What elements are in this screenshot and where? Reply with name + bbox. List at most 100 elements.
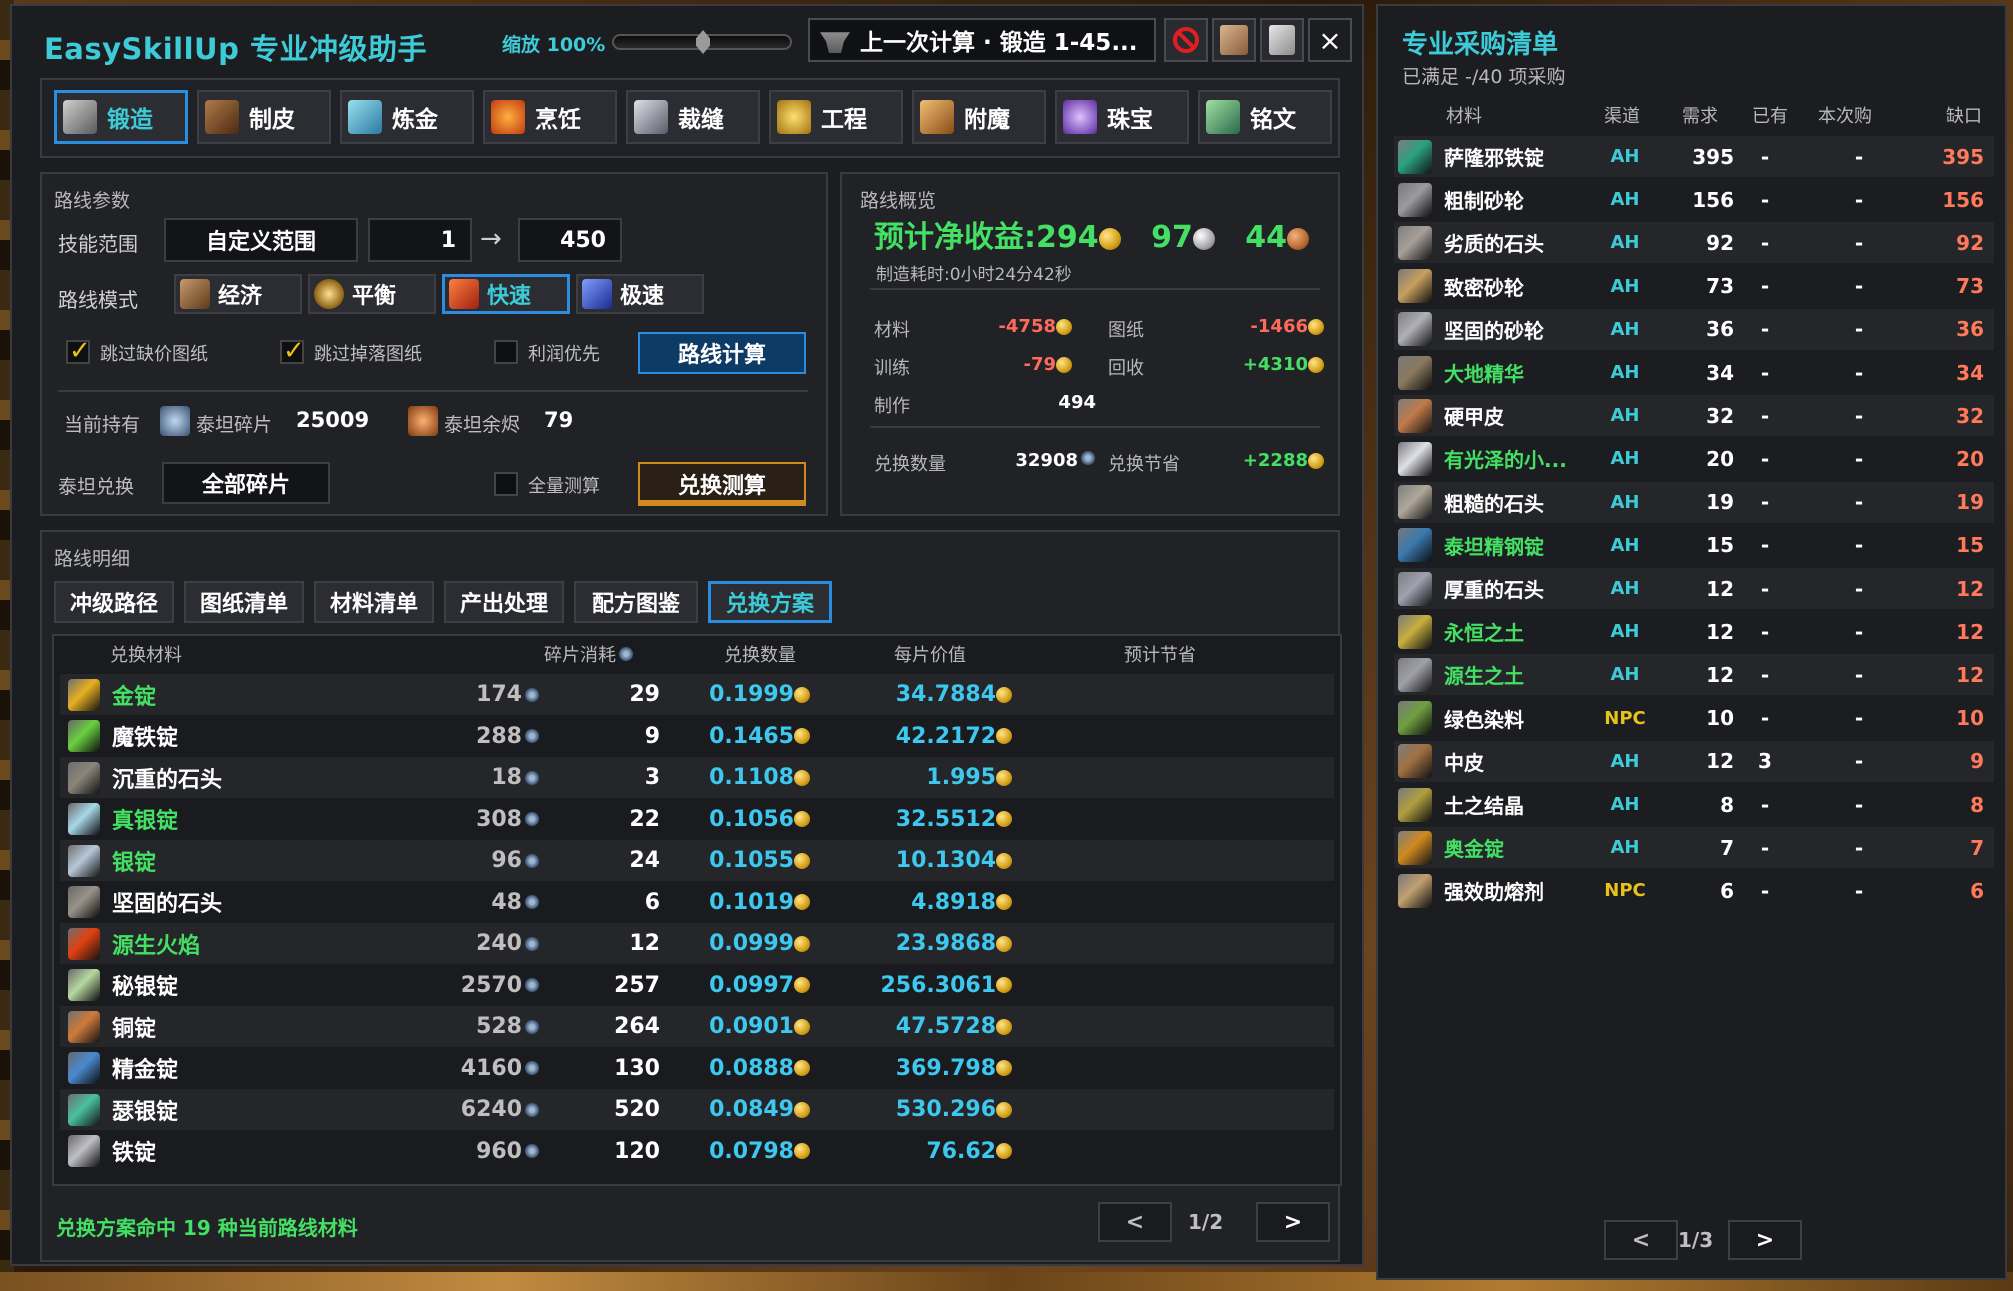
gold-coin-icon: [794, 935, 810, 952]
tab-blacksmithing[interactable]: 锻造: [54, 90, 188, 144]
tab-exchange-plan[interactable]: 兑换方案: [708, 581, 832, 623]
exchange-mode-select[interactable]: 全部碎片: [162, 462, 330, 504]
list-item[interactable]: 永恒之土 AH 12 - - 12: [1394, 611, 1994, 652]
prev-page-button[interactable]: <: [1098, 1202, 1172, 1242]
zoom-slider-knob[interactable]: [696, 30, 710, 54]
material-icon: [1398, 179, 1432, 220]
holding-label: 当前持有: [64, 414, 141, 436]
material-name: 粗糙的石头: [1444, 491, 1544, 516]
table-row[interactable]: 金锭 174 29 0.1999 34.7884: [60, 674, 1334, 715]
table-row[interactable]: 精金锭 4160 130 0.0888 369.798: [60, 1048, 1334, 1089]
shard-icon: [524, 811, 540, 827]
range-mode-select[interactable]: 自定义范围: [164, 218, 358, 262]
tab-jewelcrafting[interactable]: 珠宝: [1055, 90, 1189, 144]
profit-first-checkbox[interactable]: [494, 340, 518, 364]
need-count: 73: [1706, 274, 1734, 299]
list-item[interactable]: 劣质的石头 AH 92 - - 92: [1394, 222, 1994, 264]
source: AH: [1610, 405, 1640, 427]
title-bar[interactable]: EasySkillUp 专业冲级助手 缩放 100% 上一次计算 · 锻造 1-…: [12, 6, 1362, 76]
buy-count: -: [1854, 403, 1864, 428]
shard-icon: [524, 1101, 540, 1118]
notes-button[interactable]: [1260, 18, 1304, 62]
list-item[interactable]: 强效助熔剂 NPC 6 - - 6: [1394, 870, 1994, 911]
list-item[interactable]: 源生之土 AH 12 - - 12: [1394, 654, 1994, 696]
list-item[interactable]: 中皮 AH 12 3 - 9: [1394, 740, 1994, 782]
shop-prev-page-button[interactable]: <: [1604, 1220, 1678, 1260]
list-item[interactable]: 有光泽的小... AH 20 - - 20: [1394, 438, 1994, 479]
list-item[interactable]: 致密砂轮 AH 73 - - 73: [1394, 266, 1994, 307]
tab-levelling-path[interactable]: 冲级路径: [54, 581, 174, 623]
list-item[interactable]: 大地精华 AH 34 - - 34: [1394, 352, 1994, 393]
material-icon: [1398, 482, 1432, 523]
estimated-saving-number: 23.9868: [895, 931, 996, 956]
tab-material-list[interactable]: 材料清单: [314, 581, 434, 623]
shard-cost-number: 4160: [460, 1055, 522, 1081]
last-calc-button[interactable]: 上一次计算 · 锻造 1-45...: [808, 18, 1156, 62]
tab-enchanting[interactable]: 附魔: [912, 90, 1046, 144]
route-calc-button[interactable]: 路线计算: [638, 332, 806, 374]
material-icon: [1398, 222, 1432, 263]
table-row[interactable]: 魔铁锭 288 9 0.1465 42.2172: [60, 716, 1334, 757]
table-row[interactable]: 源生火焰 240 12 0.0999 23.9868: [60, 923, 1334, 964]
close-button[interactable]: ×: [1308, 18, 1352, 62]
list-item[interactable]: 坚固的砂轮 AH 36 - - 36: [1394, 308, 1994, 350]
tab-cooking[interactable]: 烹饪: [483, 90, 617, 144]
list-item[interactable]: 泰坦精钢锭 AH 15 - - 15: [1394, 525, 1994, 566]
tab-alchemy[interactable]: 炼金: [340, 90, 474, 144]
skip-drop-checkbox[interactable]: [280, 336, 305, 366]
table-row[interactable]: 真银锭 308 22 0.1056 32.5512: [60, 799, 1334, 840]
exchange-count: 120: [614, 1138, 660, 1164]
range-to-input[interactable]: 450: [518, 218, 622, 262]
tab-engineering[interactable]: 工程: [769, 90, 903, 144]
tab-recipe-catalog[interactable]: 配方图鉴: [574, 581, 698, 623]
material-name: 中皮: [1444, 750, 1484, 775]
list-item[interactable]: 奥金锭 AH 7 - - 7: [1394, 827, 1994, 869]
shard-icon: [524, 894, 540, 910]
tab-recipe-list[interactable]: 图纸清单: [184, 581, 304, 623]
tab-output-handling[interactable]: 产出处理: [444, 581, 564, 623]
per-shard-value: 0.0999: [680, 923, 810, 964]
table-row[interactable]: 铜锭 528 264 0.0901 47.5728: [60, 1006, 1334, 1047]
tab-tailoring[interactable]: 裁缝: [626, 90, 760, 144]
need-count: 156: [1692, 187, 1734, 212]
range-arrow: →: [480, 224, 502, 254]
recipe-book-button[interactable]: [1212, 18, 1256, 62]
paper-icon: [1269, 25, 1295, 55]
shop-next-page-button[interactable]: >: [1728, 1220, 1802, 1260]
list-item[interactable]: 粗制砂轮 AH 156 - - 156: [1394, 179, 1994, 220]
route-params-title: 路线参数: [54, 190, 131, 212]
needle-icon: [634, 100, 668, 134]
mode-economy-button[interactable]: 经济: [174, 274, 302, 314]
skip-missing-checkbox[interactable]: [66, 336, 91, 366]
list-item[interactable]: 萨隆邪铁锭 AH 395 - - 395: [1394, 136, 1994, 177]
list-item[interactable]: 绿色染料 NPC 10 - - 10: [1394, 698, 1994, 739]
range-from-input[interactable]: 1: [368, 218, 472, 262]
table-row[interactable]: 秘银锭 2570 257 0.0997 256.3061: [60, 965, 1334, 1006]
tab-leatherworking[interactable]: 制皮: [197, 90, 331, 144]
zoom-slider[interactable]: [612, 30, 792, 54]
mode-balanced-button[interactable]: 平衡: [308, 274, 436, 314]
table-row[interactable]: 铁锭 960 120 0.0798 76.62: [60, 1131, 1334, 1172]
table-row[interactable]: 银锭 96 24 0.1055 10.1304: [60, 840, 1334, 881]
tab-inscription[interactable]: 铭文: [1198, 90, 1332, 144]
shard-cost: 288: [440, 716, 540, 757]
table-row[interactable]: 沉重的石头 18 3 0.1108 1.995: [60, 757, 1334, 798]
exchange-calc-button[interactable]: 兑换测算: [638, 462, 806, 506]
reset-button[interactable]: [1164, 18, 1208, 62]
tab-label: 制皮: [249, 107, 295, 133]
table-row[interactable]: 坚固的石头 48 6 0.1019 4.8918: [60, 882, 1334, 923]
full-measure-checkbox[interactable]: [494, 472, 518, 496]
gold-coin-icon: [1056, 357, 1072, 373]
gap-count: 8: [1970, 792, 1984, 817]
next-page-button[interactable]: >: [1256, 1202, 1330, 1242]
need-count: 92: [1706, 230, 1734, 255]
list-item[interactable]: 粗糙的石头 AH 19 - - 19: [1394, 481, 1994, 523]
table-row[interactable]: 瑟银锭 6240 520 0.0849 530.296: [60, 1089, 1334, 1130]
material-icon: [1398, 438, 1432, 479]
list-item[interactable]: 土之结晶 AH 8 - - 8: [1394, 784, 1994, 825]
mode-fast-button[interactable]: 快速: [442, 274, 570, 314]
need-count: 19: [1706, 490, 1734, 515]
list-item[interactable]: 厚重的石头 AH 12 - - 12: [1394, 568, 1994, 609]
mode-turbo-button[interactable]: 极速: [576, 274, 704, 314]
list-item[interactable]: 硬甲皮 AH 32 - - 32: [1394, 395, 1994, 437]
